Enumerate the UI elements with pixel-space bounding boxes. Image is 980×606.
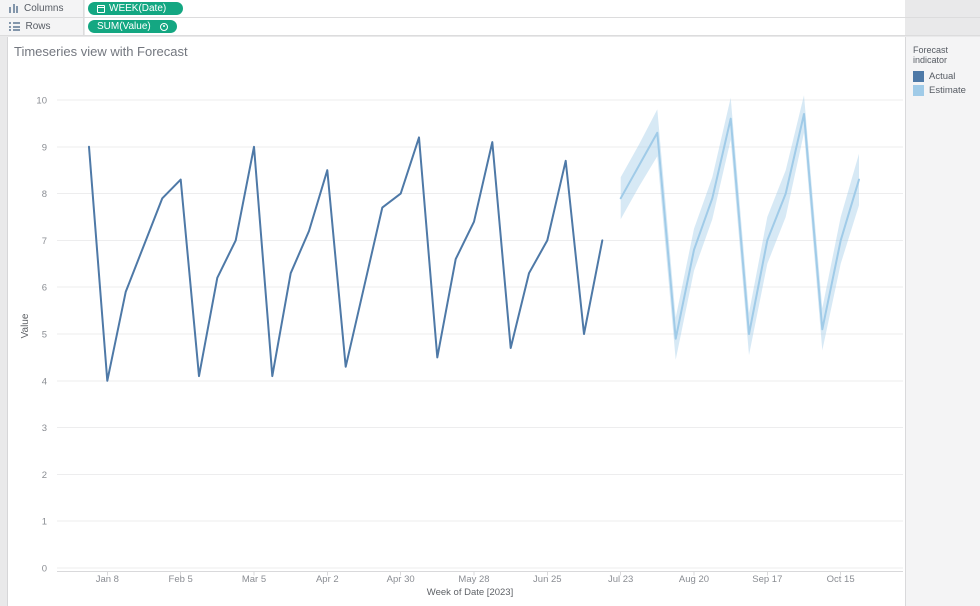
calendar-icon xyxy=(97,4,105,13)
x-tick-label: Oct 15 xyxy=(827,574,855,585)
x-tick-label: Jul 23 xyxy=(608,574,633,585)
x-tick-label: Apr 30 xyxy=(387,574,415,585)
columns-icon xyxy=(9,4,18,13)
rows-shelf: Rows SUM(Value) xyxy=(0,18,980,36)
y-tick-label: 4 xyxy=(42,376,47,387)
x-axis-title: Week of Date [2023] xyxy=(427,587,513,598)
forecast-icon xyxy=(160,22,168,31)
legend-swatch-estimate xyxy=(913,85,924,96)
x-tick-label: Jun 25 xyxy=(533,574,562,585)
legend-label-actual: Actual xyxy=(929,71,956,82)
rows-shelf-track[interactable]: SUM(Value) xyxy=(85,18,905,35)
sum-value-pill-label: SUM(Value) xyxy=(97,21,151,32)
y-axis-title: Value xyxy=(20,313,31,338)
legend-item-actual[interactable]: Actual xyxy=(913,71,980,82)
rows-shelf-label: Rows xyxy=(25,21,51,32)
x-tick-label: Mar 5 xyxy=(242,574,266,585)
rows-icon xyxy=(9,22,20,31)
y-tick-label: 9 xyxy=(42,142,47,153)
y-tick-label: 8 xyxy=(42,189,47,200)
week-date-pill[interactable]: WEEK(Date) xyxy=(88,2,183,15)
columns-shelf-track[interactable]: WEEK(Date) xyxy=(85,0,905,17)
tableau-worksheet-window: 0 1 2 3 4 5 6 7 8 9 10 Jan 8 Feb 5 Mar 5 Apr 2 Apr 30 Ma… xyxy=(0,0,980,606)
y-tick-label: 2 xyxy=(42,470,47,481)
x-tick-label: Apr 2 xyxy=(316,574,339,585)
legend-item-estimate[interactable]: Estimate xyxy=(913,85,980,96)
columns-shelf-header: Columns xyxy=(0,0,84,17)
x-tick-label: May 28 xyxy=(458,574,489,585)
x-tick-label: Aug 20 xyxy=(679,574,709,585)
actual-series-line[interactable] xyxy=(88,136,604,382)
legend-panel: Forecast indicator Actual Estimate xyxy=(905,37,980,606)
x-tick-label: Jan 8 xyxy=(96,574,119,585)
y-tick-label: 6 xyxy=(42,283,47,294)
y-tick-label: 0 xyxy=(42,564,47,575)
y-tick-label: 3 xyxy=(42,423,47,434)
week-date-pill-label: WEEK(Date) xyxy=(109,3,167,14)
legend-title: Forecast indicator xyxy=(913,45,949,65)
left-gutter xyxy=(0,37,8,606)
columns-shelf: Columns WEEK(Date) xyxy=(0,0,980,18)
y-tick-label: 7 xyxy=(42,236,47,247)
legend-label-estimate: Estimate xyxy=(929,85,966,96)
legend-swatch-actual xyxy=(913,71,924,82)
rows-shelf-header: Rows xyxy=(0,18,84,35)
sheet-title[interactable]: Timeseries view with Forecast xyxy=(14,44,188,59)
x-tick-label: Sep 17 xyxy=(752,574,782,585)
sum-value-pill[interactable]: SUM(Value) xyxy=(88,20,177,33)
y-tick-label: 10 xyxy=(36,96,47,107)
y-tick-label: 5 xyxy=(42,330,47,341)
x-tick-label: Feb 5 xyxy=(169,574,193,585)
columns-shelf-label: Columns xyxy=(24,3,64,14)
timeseries-chart: 0 1 2 3 4 5 6 7 8 9 10 Jan 8 Feb 5 Mar 5 Apr 2 Apr 30 Ma… xyxy=(20,95,903,598)
shelf-area: Columns WEEK(Date) Rows SUM(Value) xyxy=(0,0,980,37)
y-tick-label: 1 xyxy=(42,517,47,528)
